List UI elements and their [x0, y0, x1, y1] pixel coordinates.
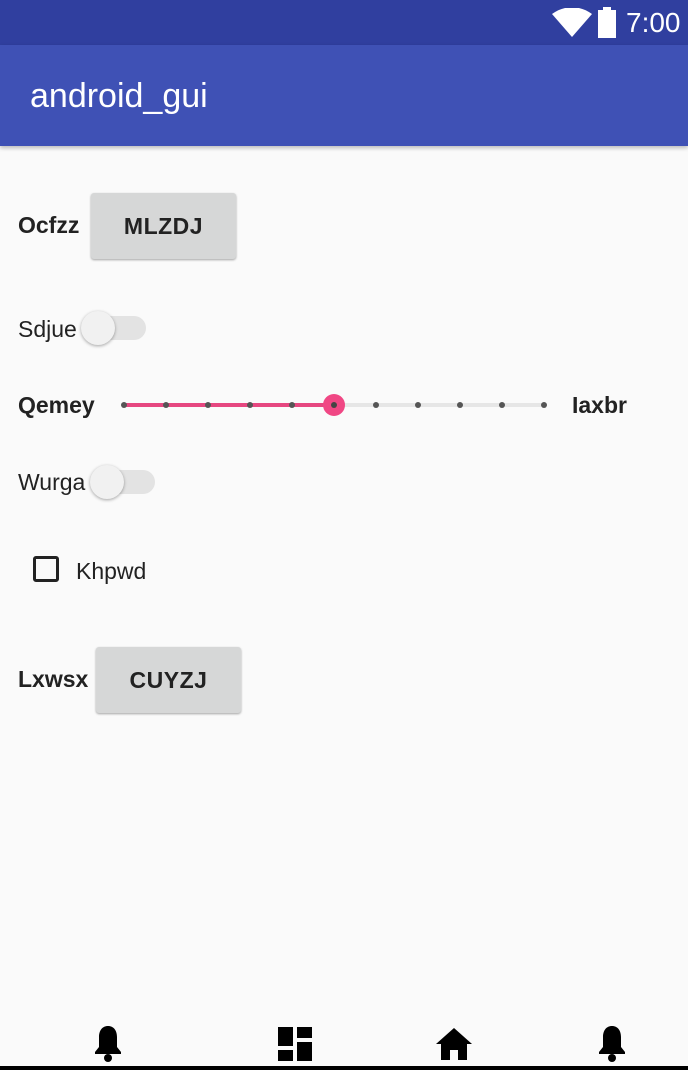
mlzdj-button[interactable]: MLZDJ — [91, 193, 236, 259]
sdjue-label: Sdjue — [18, 316, 77, 342]
bell-icon[interactable] — [597, 1024, 627, 1062]
bell-icon[interactable] — [93, 1024, 123, 1062]
battery-icon — [598, 7, 616, 38]
slider-tick — [373, 402, 379, 408]
slider-tick — [289, 402, 295, 408]
switch-thumb[interactable] — [90, 465, 124, 499]
slider-tick — [415, 402, 421, 408]
slider-tick — [163, 402, 169, 408]
wifi-icon — [552, 8, 592, 37]
slider-thumb[interactable] — [323, 394, 345, 416]
iaxbr-label: Iaxbr — [572, 392, 627, 418]
slider-tick — [205, 402, 211, 408]
slider-tick — [541, 402, 547, 408]
status-bar: 7:00 — [0, 0, 688, 45]
slider-tick — [457, 402, 463, 408]
ocfzz-label: Ocfzz — [18, 212, 80, 238]
app-bar: android_gui — [0, 45, 688, 146]
slider-thumb-dot — [331, 402, 337, 408]
status-time: 7:00 — [626, 7, 681, 38]
dashboard-icon[interactable] — [278, 1027, 312, 1061]
wurga-label: Wurga — [18, 469, 86, 495]
cuyzj-button[interactable]: CUYZJ — [96, 647, 241, 713]
slider-active-track — [124, 403, 334, 407]
home-icon[interactable] — [436, 1028, 472, 1060]
app-title: android_gui — [30, 77, 208, 115]
switch-thumb[interactable] — [81, 311, 115, 345]
slider-tick — [121, 402, 127, 408]
slider-tick — [499, 402, 505, 408]
lxwsx-label: Lxwsx — [18, 666, 89, 692]
khpwd-label[interactable]: Khpwd — [76, 557, 146, 585]
slider-tick — [247, 402, 253, 408]
qemey-label: Qemey — [18, 392, 95, 418]
bottom-edge — [0, 1066, 688, 1070]
khpwd-checkbox[interactable] — [33, 556, 59, 582]
